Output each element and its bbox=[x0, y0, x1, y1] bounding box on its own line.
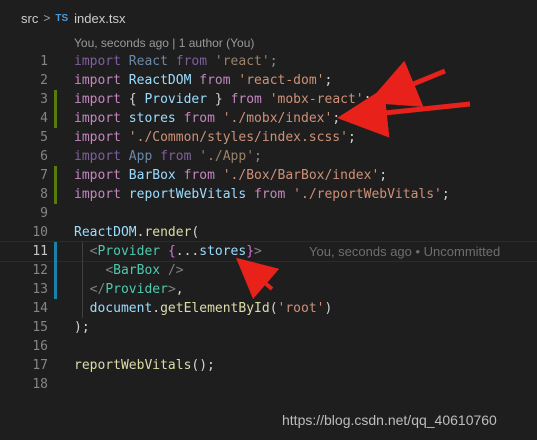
annotation-arrows bbox=[235, 60, 471, 300]
arrow-annotation-line3 bbox=[367, 60, 446, 107]
arrow-annotation-line11 bbox=[235, 257, 280, 300]
arrow-annotation-line4 bbox=[337, 87, 471, 138]
indent-guide bbox=[82, 242, 83, 318]
